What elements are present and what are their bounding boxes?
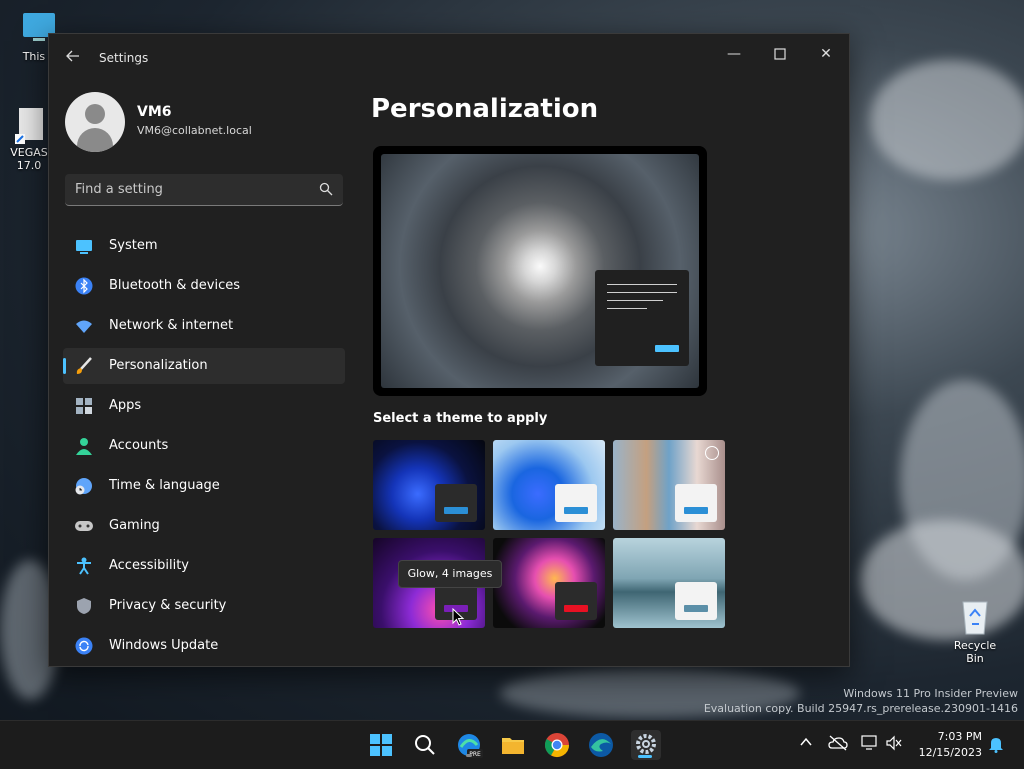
sidebar-item-gaming[interactable]: Gaming bbox=[63, 508, 345, 544]
apps-grid-icon bbox=[76, 398, 92, 414]
sidebar-item-label: Personalization bbox=[109, 358, 208, 373]
sidebar-item-label: Gaming bbox=[109, 518, 160, 533]
preview-window-mockup bbox=[595, 270, 689, 366]
theme-tooltip: Glow, 4 images bbox=[398, 560, 502, 588]
theme-tile[interactable] bbox=[373, 440, 485, 530]
network-tray-button[interactable] bbox=[860, 735, 880, 755]
sidebar-item-apps[interactable]: Apps bbox=[63, 388, 345, 424]
settings-button[interactable] bbox=[631, 730, 661, 760]
recycle-bin-label: Recycle Bin bbox=[953, 639, 997, 665]
chevron-up-icon bbox=[800, 737, 812, 746]
sidebar-item-label: Apps bbox=[109, 398, 142, 413]
theme-tile[interactable] bbox=[613, 440, 725, 530]
sidebar-item-label: Bluetooth & devices bbox=[109, 278, 240, 293]
edge-icon bbox=[589, 733, 613, 757]
title-bar[interactable]: Settings — ✕ bbox=[49, 34, 849, 82]
slideshow-icon bbox=[705, 446, 719, 460]
theme-section-heading: Select a theme to apply bbox=[373, 411, 548, 426]
user-name: VM6 bbox=[137, 104, 172, 120]
nav-list: System Bluetooth & devices Network & int… bbox=[63, 228, 345, 666]
globe-clock-icon bbox=[75, 478, 92, 495]
cloud-off-icon bbox=[828, 735, 848, 751]
edge-button[interactable] bbox=[587, 731, 615, 759]
theme-tile[interactable] bbox=[493, 440, 605, 530]
tray-clock[interactable]: 7:03 PM 12/15/2023 bbox=[916, 729, 982, 761]
file-shortcut-icon bbox=[11, 106, 47, 144]
active-indicator bbox=[63, 358, 66, 374]
avatar[interactable] bbox=[65, 92, 125, 152]
onedrive-tray-button[interactable] bbox=[828, 735, 848, 755]
volume-muted-icon bbox=[886, 735, 902, 751]
theme-tile[interactable] bbox=[493, 538, 605, 628]
sidebar-item-bluetooth[interactable]: Bluetooth & devices bbox=[63, 268, 345, 304]
sidebar-item-personalization[interactable]: Personalization bbox=[63, 348, 345, 384]
maximize-button[interactable] bbox=[765, 42, 795, 66]
maximize-icon bbox=[774, 48, 786, 60]
clock-date: 12/15/2023 bbox=[918, 746, 982, 759]
watermark-line: Evaluation copy. Build 25947.rs_prerelea… bbox=[703, 702, 1018, 715]
start-icon bbox=[370, 734, 392, 756]
edge-pre-button[interactable]: PRE bbox=[455, 731, 483, 759]
sidebar-item-label: Privacy & security bbox=[109, 598, 227, 613]
chrome-button[interactable] bbox=[543, 731, 571, 759]
watermark-line: Windows 11 Pro Insider Preview bbox=[843, 687, 1018, 700]
minimize-button[interactable]: — bbox=[719, 42, 749, 66]
sidebar-item-windows-update[interactable]: Windows Update bbox=[63, 628, 345, 664]
bell-icon bbox=[989, 738, 1003, 753]
close-button[interactable]: ✕ bbox=[811, 42, 841, 66]
sidebar-item-system[interactable]: System bbox=[63, 228, 345, 264]
theme-preview bbox=[373, 146, 707, 396]
page-title: Personalization bbox=[371, 94, 599, 124]
sidebar-item-time-language[interactable]: Time & language bbox=[63, 468, 345, 504]
person-icon bbox=[76, 438, 92, 455]
back-button[interactable] bbox=[63, 48, 83, 68]
sidebar-item-privacy-security[interactable]: Privacy & security bbox=[63, 588, 345, 624]
taskbar: PRE 7:03 PM 12/15/2023 bbox=[0, 720, 1024, 769]
bluetooth-icon bbox=[75, 277, 93, 295]
notifications-button[interactable] bbox=[986, 735, 1006, 755]
sidebar-item-label: Time & language bbox=[109, 478, 220, 493]
user-email: VM6@collabnet.local bbox=[137, 124, 252, 137]
system-monitor-icon bbox=[76, 240, 92, 254]
file-explorer-button[interactable] bbox=[499, 731, 527, 759]
taskbar-search-button[interactable] bbox=[411, 731, 439, 759]
file-explorer-icon bbox=[502, 738, 524, 754]
volume-tray-button[interactable] bbox=[884, 735, 904, 755]
sidebar-item-label: Network & internet bbox=[109, 318, 234, 333]
wallpaper-preview bbox=[381, 154, 699, 388]
clock-time: 7:03 PM bbox=[937, 730, 982, 743]
shield-icon bbox=[77, 598, 91, 614]
sidebar-item-accessibility[interactable]: Accessibility bbox=[63, 548, 345, 584]
chrome-icon bbox=[544, 733, 569, 758]
sidebar-item-label: Windows Update bbox=[109, 638, 219, 653]
sidebar-item-network[interactable]: Network & internet bbox=[63, 308, 345, 344]
sync-icon bbox=[75, 637, 93, 655]
paintbrush-icon bbox=[76, 357, 92, 374]
app-title: Settings bbox=[99, 51, 149, 65]
recycle-bin[interactable]: Recycle Bin bbox=[944, 598, 1006, 665]
sidebar-item-label: Accounts bbox=[109, 438, 169, 453]
sidebar: VM6 VM6@collabnet.local Find a setting S… bbox=[49, 82, 359, 666]
recycle-bin-icon bbox=[962, 601, 988, 635]
theme-tile[interactable] bbox=[613, 538, 725, 628]
sidebar-item-label: System bbox=[109, 238, 158, 253]
search-icon bbox=[319, 182, 333, 196]
start-button[interactable] bbox=[367, 731, 395, 759]
sidebar-item-accounts[interactable]: Accounts bbox=[63, 428, 345, 464]
gamepad-icon bbox=[75, 521, 93, 531]
search-icon bbox=[415, 735, 435, 755]
network-monitor-icon bbox=[861, 735, 877, 750]
search-input[interactable]: Find a setting bbox=[65, 174, 343, 206]
wifi-icon bbox=[76, 320, 92, 333]
accessibility-icon bbox=[77, 557, 91, 575]
back-arrow-icon bbox=[66, 50, 79, 62]
sidebar-item-label: Accessibility bbox=[109, 558, 189, 573]
tray-overflow-button[interactable] bbox=[796, 735, 816, 755]
mouse-cursor-icon bbox=[452, 608, 465, 626]
os-watermark: Windows 11 Pro Insider Preview Evaluatio… bbox=[704, 686, 1018, 716]
search-placeholder: Find a setting bbox=[75, 182, 163, 197]
